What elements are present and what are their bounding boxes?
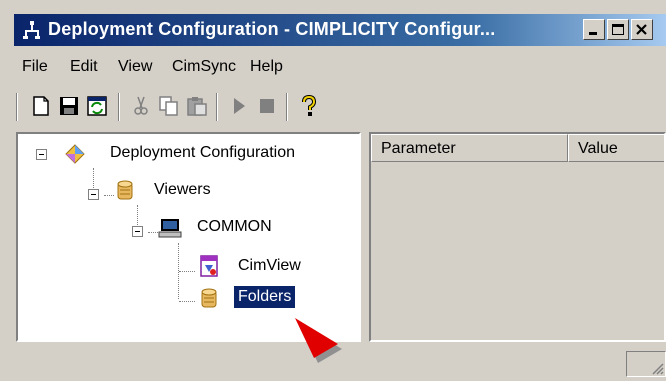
help-icon bbox=[302, 95, 317, 116]
folder-database-icon bbox=[201, 288, 217, 308]
maximize-icon bbox=[612, 24, 624, 35]
collapse-toggle[interactable] bbox=[36, 149, 47, 160]
tree-line bbox=[179, 301, 195, 303]
menu-edit[interactable]: Edit bbox=[70, 58, 98, 76]
tree-label-folders: Folders bbox=[234, 286, 296, 308]
toolbar bbox=[14, 88, 666, 126]
resize-grip-icon bbox=[652, 363, 664, 375]
tree-line bbox=[148, 232, 158, 234]
copy-button[interactable] bbox=[156, 92, 182, 120]
tree-line bbox=[137, 205, 139, 227]
refresh-button[interactable] bbox=[84, 92, 110, 120]
stop-icon bbox=[260, 99, 274, 113]
cimview-icon bbox=[200, 255, 218, 277]
collapse-toggle[interactable] bbox=[88, 189, 99, 200]
resize-grip[interactable] bbox=[626, 351, 666, 377]
menu-file[interactable]: File bbox=[22, 58, 48, 76]
toolbar-separator bbox=[216, 93, 218, 121]
tree-label-cimview: CimView bbox=[238, 257, 301, 274]
paste-button[interactable] bbox=[184, 92, 210, 120]
cut-icon bbox=[134, 96, 148, 115]
title-bar[interactable]: Deployment Configuration - CIMPLICITY Co… bbox=[14, 14, 666, 46]
tree-view[interactable]: Deployment Configuration Viewers COMMON bbox=[16, 132, 361, 342]
main-window: Deployment Configuration - CIMPLICITY Co… bbox=[0, 0, 666, 381]
toolbar-separator bbox=[286, 93, 288, 121]
close-button[interactable] bbox=[631, 19, 653, 40]
copy-icon bbox=[159, 96, 178, 116]
run-button[interactable] bbox=[226, 92, 252, 120]
toolbar-separator bbox=[16, 93, 18, 121]
paste-icon bbox=[187, 97, 207, 116]
configuration-icon bbox=[65, 144, 85, 164]
refresh-icon bbox=[87, 96, 107, 116]
minimize-button[interactable] bbox=[583, 19, 605, 40]
column-header-parameter[interactable]: Parameter bbox=[371, 134, 568, 162]
window-title: Deployment Configuration - CIMPLICITY Co… bbox=[48, 19, 496, 39]
stop-button[interactable] bbox=[254, 92, 280, 120]
new-icon bbox=[33, 96, 49, 116]
collapse-toggle[interactable] bbox=[132, 226, 143, 237]
minimize-icon bbox=[589, 32, 597, 35]
save-button[interactable] bbox=[56, 92, 82, 120]
tree-label-viewers: Viewers bbox=[154, 181, 211, 198]
run-icon bbox=[234, 98, 245, 114]
tree-line bbox=[104, 195, 114, 197]
close-icon bbox=[636, 24, 647, 35]
menu-view[interactable]: View bbox=[118, 58, 152, 76]
save-icon bbox=[60, 97, 78, 115]
menu-help[interactable]: Help bbox=[250, 58, 283, 76]
tree-line bbox=[179, 271, 195, 273]
column-header-value[interactable]: Value bbox=[568, 134, 664, 162]
tree-label-root: Deployment Configuration bbox=[110, 144, 295, 161]
toolbar-separator bbox=[118, 93, 120, 121]
pointer-arrow-icon bbox=[295, 318, 342, 363]
new-button[interactable] bbox=[28, 92, 54, 120]
tree-label-common: COMMON bbox=[197, 218, 272, 235]
maximize-button[interactable] bbox=[607, 19, 629, 40]
cut-button[interactable] bbox=[128, 92, 154, 120]
help-button[interactable] bbox=[296, 92, 322, 120]
tree-line bbox=[93, 168, 95, 190]
computer-icon bbox=[158, 219, 182, 238]
parameter-list[interactable]: Parameter Value bbox=[369, 132, 666, 342]
app-icon bbox=[23, 21, 40, 39]
menu-cimsync[interactable]: CimSync bbox=[172, 58, 236, 76]
database-icon bbox=[117, 180, 133, 200]
